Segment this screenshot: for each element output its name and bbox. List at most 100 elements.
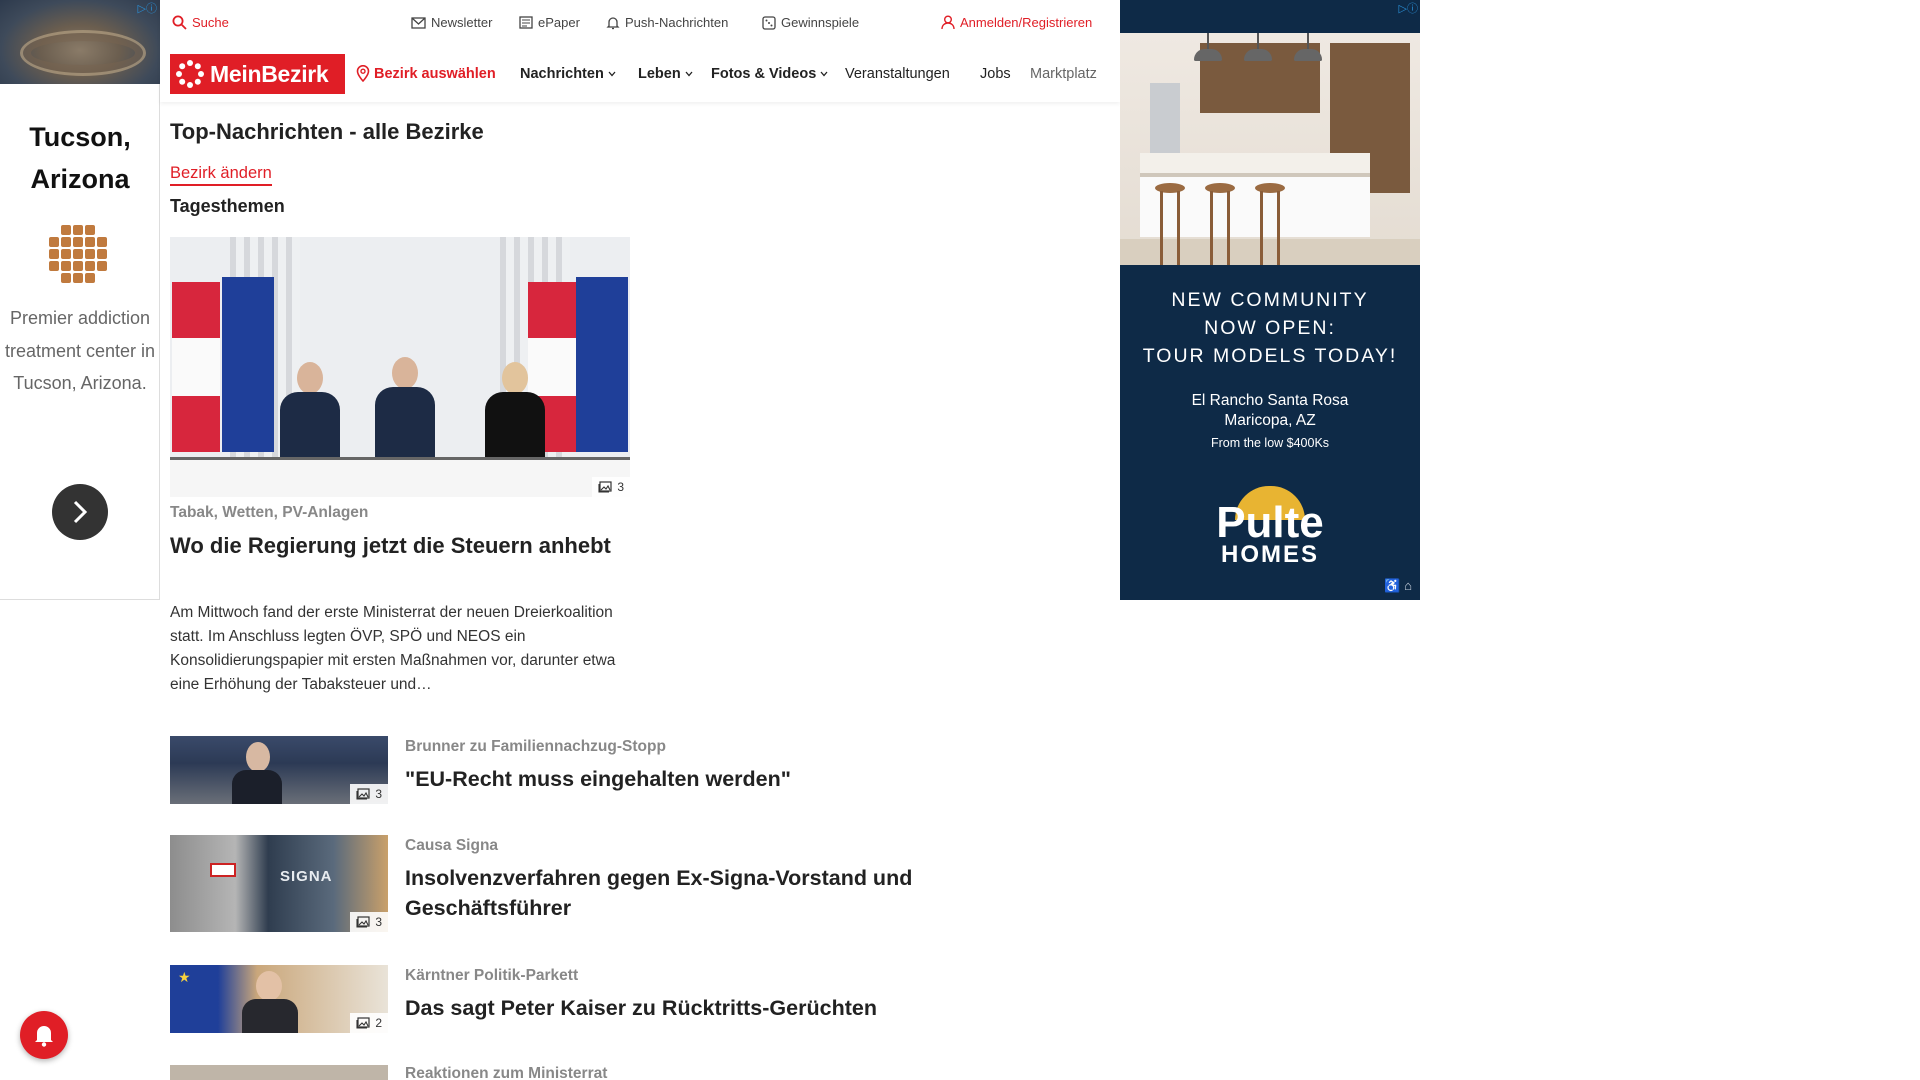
nav-news-label: Nachrichten <box>520 66 604 82</box>
pulte-wordmark: Pulte <box>1216 498 1324 547</box>
article-item[interactable]: SIGNA 3 Causa Signa Insolvenzverfahren g… <box>170 835 1100 933</box>
top-bar: Suche Newsletter ePaper Push-Nachrichten… <box>160 0 1120 46</box>
article-kicker: Kärntner Politik-Parkett <box>405 967 579 984</box>
table-shape <box>170 457 630 497</box>
person-figure <box>240 971 300 1033</box>
nav-jobs-label: Jobs <box>980 66 1011 82</box>
section-title: Tagesthemen <box>170 196 285 216</box>
fridge-shape <box>1150 83 1180 153</box>
chevron-down-icon <box>685 71 693 77</box>
eu-star-icon: ★ <box>178 969 191 985</box>
article-thumbnail[interactable] <box>170 1065 388 1080</box>
ad-location-line: El Rancho Santa Rosa <box>1191 392 1349 409</box>
article-title-link[interactable]: Insolvenzverfahren gegen Ex-Signa-Vorsta… <box>405 863 1025 923</box>
bell-icon <box>35 1026 53 1047</box>
notification-bell-button[interactable] <box>20 1011 68 1059</box>
person-figure <box>480 362 550 462</box>
hero-image[interactable]: 3 <box>170 237 630 497</box>
epaper-label: ePaper <box>538 15 580 30</box>
article-thumbnail[interactable]: ★ 2 <box>170 965 388 1033</box>
chevron-right-icon <box>73 500 88 524</box>
pulte-homes-text: HOMES <box>1220 541 1319 568</box>
article-thumbnail[interactable]: 3 <box>170 736 388 804</box>
nav-leben-label: Leben <box>638 66 681 82</box>
chevron-down-icon <box>608 71 616 77</box>
image-count-badge: 3 <box>592 477 630 497</box>
image-count-badge: 3 <box>350 912 388 932</box>
article-kicker: Causa Signa <box>405 837 499 854</box>
chevron-down-icon <box>820 71 828 77</box>
article-item[interactable]: 3 Brunner zu Familiennachzug-Stopp "EU-R… <box>170 736 1100 806</box>
ad-choices-icon[interactable]: ▷ⓘ <box>1399 0 1418 16</box>
contests-label: Gewinnspiele <box>781 15 860 30</box>
search-link[interactable]: Suche <box>172 15 229 30</box>
logo-text: MeinBezirk <box>210 60 329 87</box>
newsletter-link[interactable]: Newsletter <box>411 15 492 30</box>
gallery-icon <box>356 788 370 800</box>
ad-next-button[interactable] <box>52 484 108 540</box>
accessibility-housing-icon: ♿ ⌂ <box>1384 578 1412 593</box>
nav-jobs[interactable]: Jobs <box>980 66 1011 82</box>
image-count-badge: 2 <box>350 1013 388 1033</box>
push-link[interactable]: Push-Nachrichten <box>606 15 728 30</box>
mail-icon <box>411 16 426 29</box>
dice-icon <box>762 15 776 30</box>
article-item[interactable]: ★ 2 Kärntner Politik-Parkett Das sagt Pe… <box>170 965 1100 1035</box>
image-count-badge: 3 <box>350 784 388 804</box>
article-kicker: Brunner zu Familiennachzug-Stopp <box>405 738 666 755</box>
bell-icon <box>606 16 620 29</box>
nav-fotos[interactable]: Fotos & Videos <box>711 66 828 82</box>
ad-cta: NEW COMMUNITY NOW OPEN: TOUR MODELS TODA… <box>1120 286 1420 370</box>
ad-choices-icon[interactable]: ▷ⓘ <box>138 0 157 16</box>
ad-left-photo <box>0 0 160 84</box>
bezirk-select-label: Bezirk auswählen <box>374 65 496 82</box>
signa-sign-text: SIGNA <box>280 868 333 885</box>
ad-left[interactable]: ▷ⓘ Tucson, Arizona Premier addiction tre… <box>0 0 160 600</box>
pendant-lamp <box>1240 33 1276 63</box>
nav-events[interactable]: Veranstaltungen <box>845 66 950 82</box>
login-link[interactable]: Anmelden/Registrieren <box>941 15 1092 30</box>
hero-kicker: Tabak, Wetten, PV-Anlagen <box>170 504 369 521</box>
pendant-lamp <box>1290 33 1326 63</box>
hero-teaser: Am Mittwoch fand der erste Ministerrat d… <box>170 604 616 693</box>
image-count: 3 <box>617 480 624 494</box>
article-thumbnail[interactable]: SIGNA 3 <box>170 835 388 932</box>
article-item[interactable]: Reaktionen zum Ministerrat <box>170 1065 1100 1080</box>
ad-price: From the low $400Ks <box>1210 436 1330 450</box>
nav-fotos-label: Fotos & Videos <box>711 66 817 82</box>
map-pin-icon <box>356 65 370 82</box>
article-title-link[interactable]: Das sagt Peter Kaiser zu Rücktritts-Gerü… <box>405 993 1025 1023</box>
ad-cta-line: NOW OPEN: <box>1204 317 1336 339</box>
login-label: Anmelden/Registrieren <box>960 15 1093 30</box>
nav-leben[interactable]: Leben <box>638 66 693 82</box>
newsletter-label: Newsletter <box>431 15 493 30</box>
change-bezirk-link[interactable]: Bezirk ändern <box>170 164 272 186</box>
nav-markt[interactable]: Marktplatz <box>1030 66 1110 82</box>
pulte-logo: Pulte HOMES <box>1120 486 1420 568</box>
ad-cta-line: TOUR MODELS TODAY! <box>1142 345 1398 367</box>
person-figure <box>275 362 345 462</box>
main-nav: MeinBezirk Bezirk auswählen Nachrichten … <box>160 54 1120 94</box>
ad-location: El Rancho Santa Rosa Maricopa, AZ <box>1120 391 1420 431</box>
user-icon <box>941 15 955 30</box>
ad-left-headline: Tucson, Arizona <box>29 122 131 194</box>
article-title-link[interactable]: "EU-Recht muss eingehalten werden" <box>405 764 1025 794</box>
nav-news[interactable]: Nachrichten <box>520 66 616 82</box>
ad-cta-line: NEW COMMUNITY <box>1171 289 1369 311</box>
logo-gear-icon <box>176 60 204 88</box>
flag-eu <box>576 277 628 452</box>
person-figure <box>370 357 440 457</box>
search-icon <box>172 15 187 30</box>
stool-shape <box>1205 183 1235 265</box>
stool-shape <box>1255 183 1285 265</box>
pendant-lamp <box>1190 33 1226 63</box>
bezirk-select-link[interactable]: Bezirk auswählen <box>356 65 496 82</box>
contests-link[interactable]: Gewinnspiele <box>762 15 859 30</box>
newspaper-icon <box>519 16 533 29</box>
search-label: Suche <box>192 15 229 30</box>
ad-kitchen-photo <box>1120 33 1420 265</box>
hero-title-link[interactable]: Wo die Regierung jetzt die Steuern anheb… <box>170 531 630 561</box>
site-logo[interactable]: MeinBezirk <box>170 54 345 94</box>
epaper-link[interactable]: ePaper <box>519 15 580 30</box>
ad-right[interactable]: ▷ⓘ NEW COMMUNITY NOW OPEN: TOUR MODELS T… <box>1120 0 1420 600</box>
